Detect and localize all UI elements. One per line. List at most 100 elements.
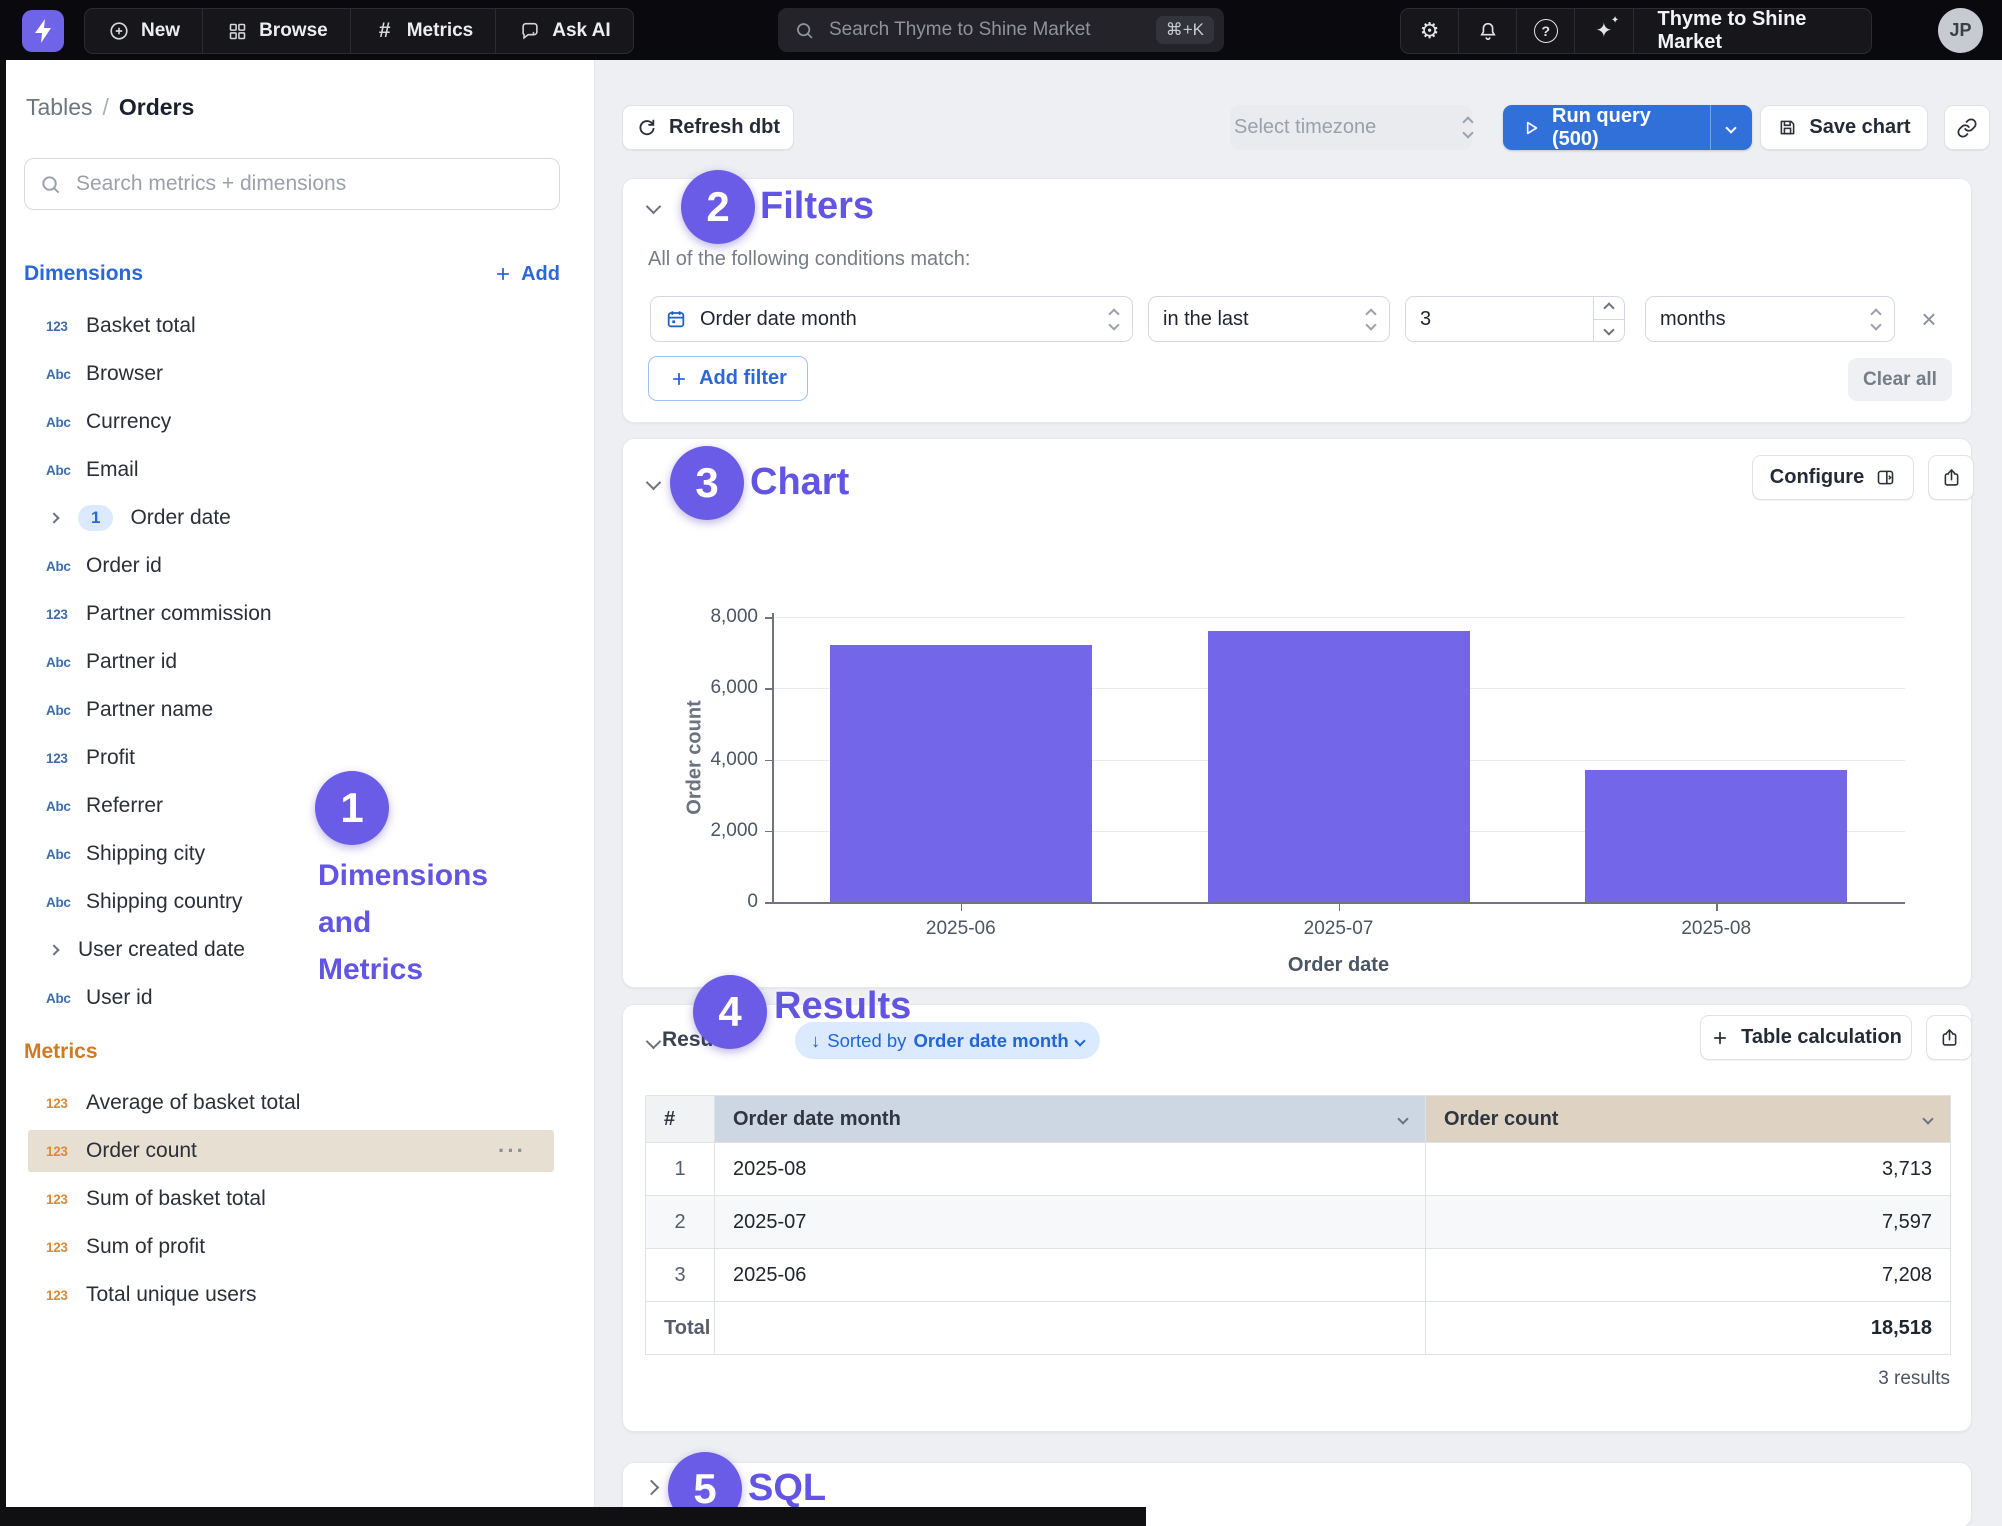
chart-bar[interactable]	[1585, 770, 1847, 902]
app-window: { "colors": { "accent_purple": "#6b5ce7"…	[0, 0, 2002, 1526]
clear-all-filters-button[interactable]: Clear all	[1848, 358, 1952, 401]
workspace-name[interactable]: Thyme to Shine Market	[1634, 9, 1872, 53]
nav-new-label: New	[141, 20, 180, 42]
add-filter-button[interactable]: Add filter	[648, 356, 808, 401]
settings-button[interactable]: ⚙	[1401, 9, 1459, 53]
table-calculation-button[interactable]: Table calculation	[1700, 1015, 1912, 1060]
remove-filter-button[interactable]: ×	[1906, 296, 1952, 342]
sidebar-search-input[interactable]	[74, 171, 545, 197]
number-type-icon: 123	[46, 607, 86, 622]
column-header-rank[interactable]: #	[646, 1096, 715, 1143]
sidebar-item-total-unique-users[interactable]: 123Total unique users	[6, 1274, 594, 1316]
more-options-icon[interactable]: ···	[498, 1138, 526, 1164]
timezone-select[interactable]: Select timezone	[1230, 105, 1472, 150]
sidebar-item-basket-total[interactable]: 123Basket total	[6, 305, 594, 347]
y-axis-tick-label: 2,000	[688, 820, 758, 842]
x-axis-title: Order date	[1239, 954, 1439, 977]
sidebar-item-sum-of-basket-total[interactable]: 123Sum of basket total	[6, 1178, 594, 1220]
string-type-icon: Abc	[46, 703, 86, 718]
chevron-right-icon[interactable]	[48, 944, 59, 955]
global-search-input[interactable]	[827, 18, 1156, 42]
active-fields-badge: 1	[78, 505, 113, 531]
add-dimension-button[interactable]: Add	[493, 263, 560, 286]
breadcrumb-tables-link[interactable]: Tables	[26, 94, 92, 120]
user-avatar[interactable]: JP	[1938, 8, 1983, 53]
filters-match-text: All of the following conditions match:	[648, 248, 970, 271]
dimension-label: Shipping country	[86, 890, 242, 914]
annotation-1-circle: 1	[315, 771, 389, 845]
cell-month[interactable]: 2025-08	[715, 1143, 1426, 1196]
top-navbar: New Browse # Metrics Ask AI ⌘+K ⚙	[0, 0, 2002, 60]
y-axis-tick-label: 8,000	[688, 606, 758, 628]
y-axis-tick	[765, 688, 772, 690]
run-query-button[interactable]: Run query (500)	[1503, 105, 1752, 150]
sidebar-item-order-date[interactable]: 1Order date	[6, 497, 594, 539]
number-type-icon: 123	[46, 1240, 86, 1255]
cell-count[interactable]: 7,597	[1426, 1196, 1951, 1249]
sidebar-item-average-of-basket-total[interactable]: 123Average of basket total	[6, 1082, 594, 1124]
cell-month[interactable]: 2025-06	[715, 1249, 1426, 1302]
annotation-2-circle: 2	[681, 170, 755, 244]
select-chevrons-icon	[1110, 310, 1118, 329]
breadcrumb: Tables/Orders	[26, 94, 194, 121]
cell-count[interactable]: 7,208	[1426, 1249, 1951, 1302]
filter-field-select[interactable]: Order date month	[650, 296, 1133, 342]
share-icon	[1939, 1027, 1960, 1048]
cell-month[interactable]: 2025-07	[715, 1196, 1426, 1249]
nav-browse-button[interactable]: Browse	[203, 9, 351, 53]
stepper-down-button[interactable]	[1594, 320, 1624, 342]
help-button[interactable]: ?	[1517, 9, 1575, 53]
chevron-down-icon	[1074, 1035, 1085, 1046]
column-header-month[interactable]: Order date month	[715, 1096, 1426, 1143]
sidebar-item-browser[interactable]: AbcBrowser	[6, 353, 594, 395]
refresh-dbt-button[interactable]: Refresh dbt	[622, 105, 794, 150]
grid-icon	[225, 19, 249, 43]
sidebar-item-order-id[interactable]: AbcOrder id	[6, 545, 594, 587]
shortcut-badge: ⌘+K	[1156, 16, 1214, 44]
window-edge	[0, 60, 6, 1526]
y-axis-title: Order count	[684, 700, 707, 814]
chart-bar[interactable]	[830, 645, 1092, 902]
sidebar-item-currency[interactable]: AbcCurrency	[6, 401, 594, 443]
x-axis-tick-label: 2025-08	[1636, 918, 1796, 940]
sidebar-search[interactable]	[24, 158, 560, 210]
sidebar-item-partner-id[interactable]: AbcPartner id	[6, 641, 594, 683]
sidebar-item-partner-name[interactable]: AbcPartner name	[6, 689, 594, 731]
notifications-button[interactable]	[1459, 9, 1517, 53]
chevron-down-icon	[1922, 1113, 1933, 1124]
sidebar-item-email[interactable]: AbcEmail	[6, 449, 594, 491]
metrics-heading: Metrics	[24, 1040, 98, 1064]
sidebar-item-referrer[interactable]: AbcReferrer	[6, 785, 594, 827]
run-query-caret[interactable]	[1710, 105, 1752, 150]
export-results-button[interactable]	[1926, 1015, 1972, 1060]
table-row: 32025-067,208	[646, 1249, 1951, 1302]
annotation-1-label: Dimensions and Metrics	[318, 852, 538, 993]
nav-new-button[interactable]: New	[85, 9, 203, 53]
nav-metrics-button[interactable]: # Metrics	[351, 9, 497, 53]
sidebar-item-partner-commission[interactable]: 123Partner commission	[6, 593, 594, 635]
filter-unit-select[interactable]: months	[1645, 296, 1895, 342]
global-search[interactable]: ⌘+K	[778, 8, 1224, 52]
chevron-right-icon[interactable]	[48, 512, 59, 523]
stepper-up-button[interactable]	[1594, 297, 1624, 320]
nav-ask-ai-button[interactable]: Ask AI	[496, 9, 632, 53]
dimension-label: Partner commission	[86, 602, 272, 626]
filter-value-field[interactable]	[1406, 297, 1593, 341]
sidebar-item-sum-of-profit[interactable]: 123Sum of profit	[6, 1226, 594, 1268]
chart-bar[interactable]	[1208, 631, 1470, 902]
navbar-actions: ⚙ ? ✦✦ Thyme to Shine Market	[1400, 8, 1872, 54]
cell-rank: 2	[646, 1196, 715, 1249]
column-header-count[interactable]: Order count	[1426, 1096, 1951, 1143]
calendar-icon	[665, 308, 687, 330]
sidebar-item-profit[interactable]: 123Profit	[6, 737, 594, 779]
number-type-icon: 123	[46, 1288, 86, 1303]
string-type-icon: Abc	[46, 847, 86, 862]
app-logo-icon[interactable]	[22, 10, 64, 52]
filter-operator-select[interactable]: in the last	[1148, 296, 1390, 342]
save-chart-button[interactable]: Save chart	[1760, 105, 1928, 150]
cell-count[interactable]: 3,713	[1426, 1143, 1951, 1196]
ai-assistant-button[interactable]: ✦✦	[1575, 9, 1633, 53]
metric-label: Sum of profit	[86, 1235, 205, 1259]
sidebar-item-order-count[interactable]: 123Order count···	[28, 1130, 554, 1172]
share-link-button[interactable]	[1944, 105, 1990, 150]
